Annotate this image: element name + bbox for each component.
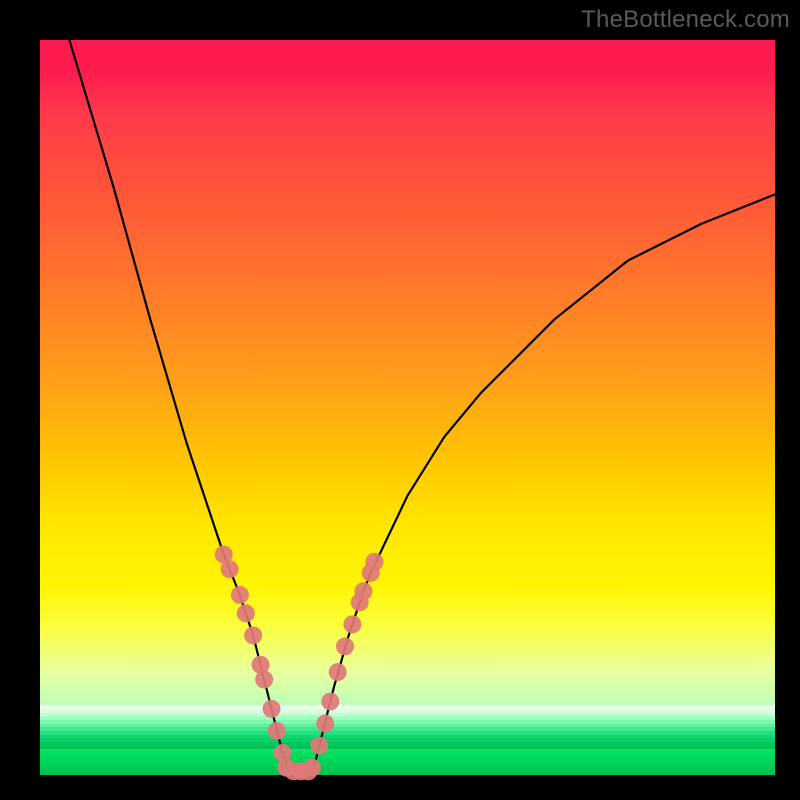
marker-dot [343, 615, 361, 633]
marker-dot [316, 715, 334, 733]
watermark-text: TheBottleneck.com [581, 6, 790, 34]
marker-dot [231, 586, 249, 604]
curve-right-curve [312, 194, 775, 775]
marker-dot [255, 670, 273, 688]
marker-dot [336, 637, 354, 655]
marker-dot [268, 722, 286, 740]
marker-dot [310, 737, 328, 755]
marker-dot [263, 700, 281, 718]
marker-dot [303, 759, 321, 777]
marker-dot [329, 663, 347, 681]
chart-svg [40, 40, 775, 775]
marker-dot [354, 582, 372, 600]
marker-dot [321, 693, 339, 711]
marker-dot [237, 604, 255, 622]
marker-dot [365, 553, 383, 571]
chart-container: TheBottleneck.com [0, 0, 800, 800]
marker-dot [244, 626, 262, 644]
marker-dot [221, 560, 239, 578]
plot-area [40, 40, 775, 775]
